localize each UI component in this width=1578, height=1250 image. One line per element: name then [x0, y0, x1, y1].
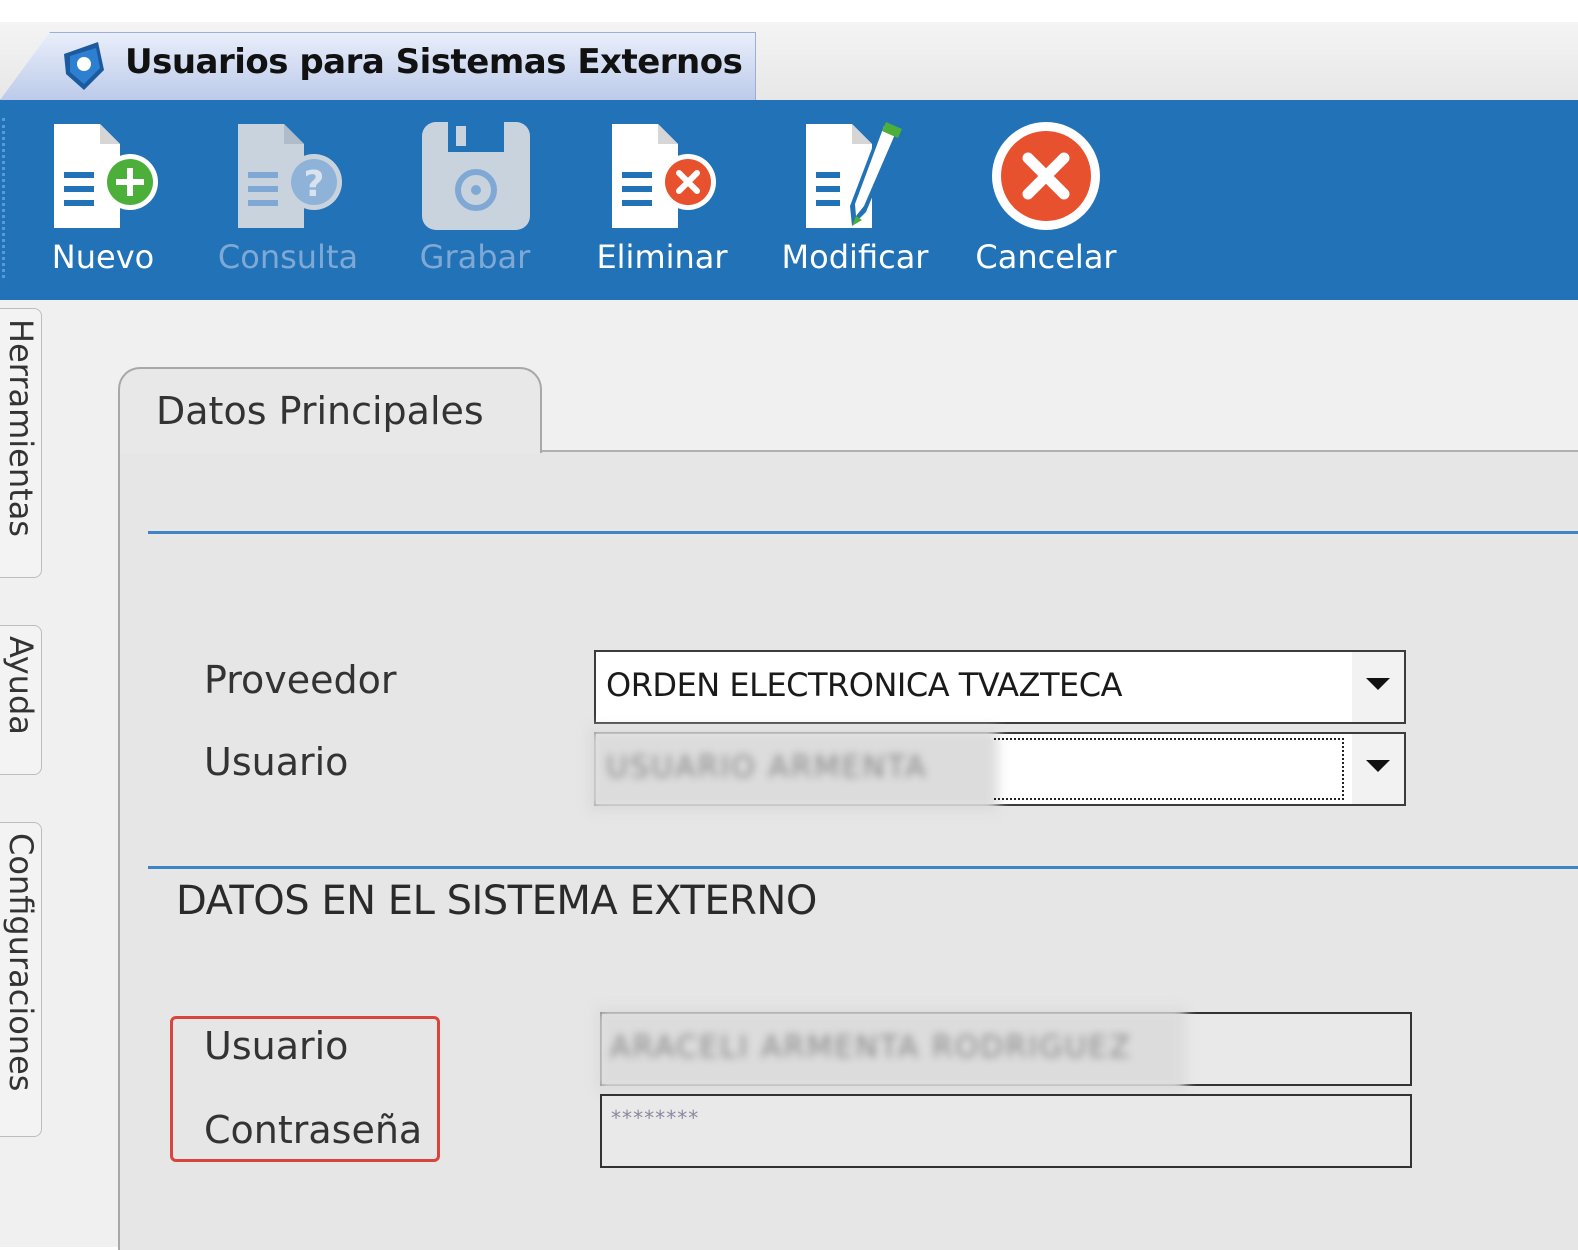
save-disk-icon [422, 122, 530, 230]
tab-datos-principales-label: Datos Principales [156, 389, 484, 433]
new-button[interactable]: Nuevo [40, 100, 166, 300]
proveedor-label: Proveedor [204, 658, 397, 702]
usuario-value: USUARIO ARMENTA [606, 750, 928, 785]
side-tab-herramientas[interactable]: Herramientas [0, 308, 42, 578]
proveedor-value: ORDEN ELECTRONICA TVAZTECA [606, 666, 1122, 704]
new-document-icon [54, 124, 158, 228]
modify-button-label: Modificar [781, 238, 929, 276]
cancel-button-label: Cancelar [975, 238, 1117, 276]
toolbar-grip[interactable] [2, 118, 5, 278]
cancel-circle-icon [992, 122, 1100, 230]
svg-text:?: ? [304, 164, 325, 205]
query-button[interactable]: ? Consulta [212, 100, 364, 300]
window-title: Usuarios para Sistemas Externos [125, 42, 743, 82]
window-top-strip [0, 0, 1578, 22]
delete-button-label: Eliminar [596, 238, 728, 276]
separator-line [148, 531, 1578, 534]
proveedor-dropdown-button[interactable] [1352, 652, 1404, 722]
app-logo-icon [64, 42, 104, 90]
highlight-box [170, 1016, 440, 1162]
query-button-label: Consulta [217, 238, 359, 276]
save-button-label: Grabar [419, 238, 531, 276]
query-document-icon: ? [238, 124, 342, 228]
section-title: DATOS EN EL SISTEMA EXTERNO [176, 878, 817, 924]
tab-datos-principales[interactable]: Datos Principales [118, 367, 542, 453]
delete-document-icon [612, 124, 716, 228]
side-tab-herramientas-label: Herramientas [2, 319, 40, 537]
modify-button[interactable]: Modificar [770, 100, 940, 300]
ext-password-field[interactable]: ******** [600, 1094, 1412, 1168]
proveedor-select[interactable]: ORDEN ELECTRONICA TVAZTECA [594, 650, 1406, 724]
toolbar: Nuevo ? Consulta Grabar Eliminar Modific… [0, 100, 1578, 300]
ext-usuario-value: ARACELI ARMENTA RODRIGUEZ [610, 1030, 1132, 1065]
cancel-button[interactable]: Cancelar [966, 100, 1126, 300]
ext-password-value: ******** [610, 1106, 699, 1130]
chevron-down-icon [1366, 760, 1390, 772]
save-button[interactable]: Grabar [410, 100, 540, 300]
delete-button[interactable]: Eliminar [590, 100, 734, 300]
edit-document-icon [806, 122, 902, 228]
new-button-label: Nuevo [51, 238, 155, 276]
section-separator-line [148, 866, 1578, 869]
side-tab-ayuda[interactable]: Ayuda [0, 625, 42, 775]
usuario-label: Usuario [204, 740, 349, 784]
usuario-dropdown-button[interactable] [1352, 734, 1404, 804]
chevron-down-icon [1366, 678, 1390, 690]
side-tab-configuraciones-label: Configuraciones [2, 833, 40, 1092]
usuario-focus-indicator [994, 738, 1344, 800]
side-tab-ayuda-label: Ayuda [2, 636, 40, 735]
side-tab-configuraciones[interactable]: Configuraciones [0, 822, 42, 1137]
